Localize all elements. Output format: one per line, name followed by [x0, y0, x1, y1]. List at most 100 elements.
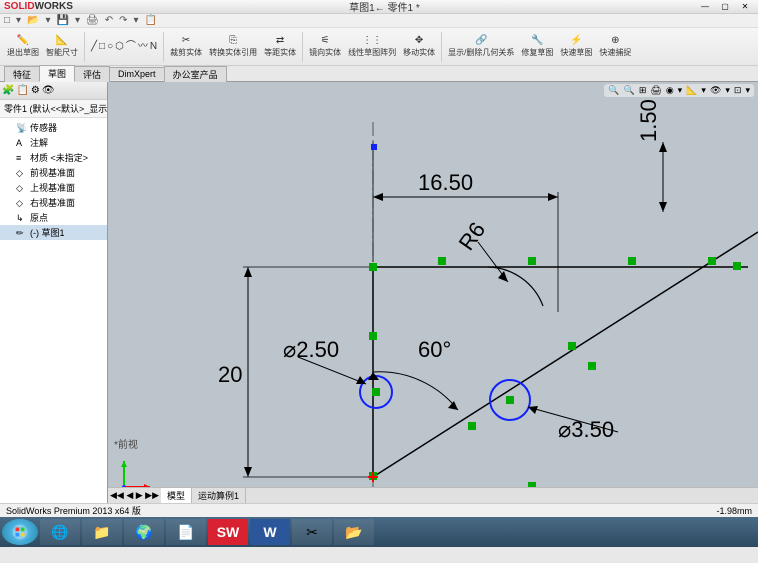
- ribbon-label: 线性草图阵列: [348, 47, 396, 58]
- tree-item-label: 上视基准面: [30, 181, 75, 194]
- ribbon-icon: ╱: [91, 42, 97, 52]
- qat-button[interactable]: ▾: [75, 15, 80, 26]
- feature-tree-item[interactable]: ↳原点: [0, 210, 107, 225]
- model-tab[interactable]: 运动算例1: [192, 488, 246, 503]
- model-tab[interactable]: 模型: [161, 488, 192, 503]
- taskbar-app[interactable]: 📁: [82, 519, 122, 545]
- svg-text:⌀2.50: ⌀2.50: [283, 337, 339, 362]
- ribbon-label: 快速草图: [560, 47, 592, 58]
- tree-item-label: (-) 草图1: [30, 226, 65, 239]
- ribbon-tab[interactable]: 草图: [39, 65, 75, 82]
- qat-button[interactable]: ▾: [46, 15, 51, 26]
- ribbon-group[interactable]: ╱□○⬡⌒〰N: [88, 30, 160, 64]
- ft-tab-icon[interactable]: ⚙: [31, 85, 40, 96]
- model-tabs-nav[interactable]: ◀◀ ◀ ▶ ▶▶: [108, 490, 161, 501]
- qat-button[interactable]: ↷: [119, 15, 127, 26]
- ribbon-icon: ⬡: [115, 42, 124, 52]
- sketch-point[interactable]: [371, 144, 377, 150]
- sketch-svg: 16.50 1.50 R6 60°: [108, 82, 758, 503]
- ribbon-group[interactable]: ⊕快速捕捉: [596, 30, 634, 64]
- qat-button[interactable]: 🖨: [86, 15, 99, 26]
- ribbon-group[interactable]: ⚡快速草图: [557, 30, 595, 64]
- dim-1-50[interactable]: 1.50: [636, 99, 667, 212]
- quick-access-toolbar: □ ▾ 📂 ▾ 💾 ▾ 🖨 ↶ ↷ ▾ 📋: [0, 14, 758, 28]
- dim-20[interactable]: 20: [218, 267, 373, 477]
- tree-item-label: 传感器: [30, 121, 57, 134]
- feature-tree-panel: 🧩 📋 ⚙ 👁 零件1 (默认<<默认>_显示状态 📡传感器A注解≡材质 <未指…: [0, 82, 108, 503]
- ft-tab-icon[interactable]: 👁: [42, 85, 55, 96]
- ribbon-group[interactable]: ✂裁剪实体: [167, 30, 205, 64]
- ribbon-icon: 🔗: [475, 36, 487, 46]
- document-title: 草图1← 零件1 *: [73, 0, 696, 14]
- qat-button[interactable]: 📂: [27, 15, 39, 26]
- feature-tree-item[interactable]: 📡传感器: [0, 120, 107, 135]
- ribbon-icon: ⚟: [321, 36, 330, 46]
- ribbon-group[interactable]: ✥移动实体: [400, 30, 438, 64]
- qat-button[interactable]: 📋: [145, 15, 157, 26]
- ribbon-icon: ⎘: [229, 36, 237, 46]
- maximize-button[interactable]: ▢: [716, 2, 734, 12]
- tree-item-label: 右视基准面: [30, 196, 75, 209]
- taskbar-app[interactable]: ✂: [292, 519, 332, 545]
- feature-tree-item[interactable]: A注解: [0, 135, 107, 150]
- qat-button[interactable]: ▾: [16, 15, 21, 26]
- qat-button[interactable]: □: [4, 15, 10, 26]
- dim-d3-50[interactable]: ⌀3.50: [528, 406, 618, 442]
- ft-tab-icon[interactable]: 🧩: [2, 85, 14, 96]
- feature-tree-item[interactable]: ✏(-) 草图1: [0, 225, 107, 240]
- feature-tree-root[interactable]: 零件1 (默认<<默认>_显示状态: [0, 100, 107, 118]
- ribbon-label: 退出草图: [7, 47, 39, 58]
- ribbon-group[interactable]: 🔗显示/删除几何关系: [445, 30, 517, 64]
- qat-button[interactable]: ▾: [134, 15, 139, 26]
- taskbar-app[interactable]: SW: [208, 519, 248, 545]
- dim-60deg[interactable]: 60°: [368, 337, 458, 410]
- ribbon-tab[interactable]: 评估: [74, 66, 110, 82]
- ribbon-icon: ✥: [415, 36, 423, 46]
- ribbon-group[interactable]: ⎘转换实体引用: [206, 30, 260, 64]
- taskbar-app[interactable]: 🌐: [40, 519, 80, 545]
- svg-text:20: 20: [218, 362, 242, 387]
- ribbon-group[interactable]: 🔧修复草图: [518, 30, 556, 64]
- qat-button[interactable]: ↶: [105, 15, 113, 26]
- qat-button[interactable]: 💾: [57, 15, 69, 26]
- ribbon-group[interactable]: ⋮⋮线性草图阵列: [345, 30, 399, 64]
- ribbon-icon: □: [99, 42, 105, 52]
- feature-tree-item[interactable]: ◇上视基准面: [0, 180, 107, 195]
- sketch-arc-r6[interactable]: [488, 267, 543, 306]
- ribbon-separator: [302, 32, 303, 62]
- taskbar-app[interactable]: W: [250, 519, 290, 545]
- ribbon-icon: ⚡: [570, 36, 582, 46]
- ribbon-tab[interactable]: DimXpert: [109, 67, 165, 80]
- feature-tree-toolbar: 🧩 📋 ⚙ 👁: [0, 82, 107, 100]
- feature-tree-item[interactable]: ◇ 右视基准面: [0, 195, 107, 210]
- constraint-markers: [369, 257, 741, 490]
- svg-text:60°: 60°: [418, 337, 451, 362]
- ribbon-icon: ○: [107, 42, 113, 52]
- ribbon-tab[interactable]: 办公室产品: [164, 66, 227, 82]
- taskbar-app[interactable]: 🌍: [124, 519, 164, 545]
- ribbon-tab[interactable]: 特征: [4, 66, 40, 82]
- ribbon-group[interactable]: ⚟镜向实体: [306, 30, 344, 64]
- ribbon-group[interactable]: ⇄等距实体: [261, 30, 299, 64]
- minimize-button[interactable]: —: [696, 2, 714, 12]
- dim-r6[interactable]: R6: [454, 217, 508, 282]
- svg-text:16.50: 16.50: [418, 170, 473, 195]
- start-button[interactable]: [2, 519, 38, 545]
- ribbon-label: 显示/删除几何关系: [448, 47, 514, 58]
- close-button[interactable]: ✕: [736, 2, 754, 12]
- feature-tree-item[interactable]: ◇前视基准面: [0, 165, 107, 180]
- graphics-canvas[interactable]: 🔍🔍⊞🖨◉▾📐▾👁▾⊡▾ 16.50: [108, 82, 758, 503]
- taskbar-app[interactable]: 📂: [334, 519, 374, 545]
- ft-tab-icon[interactable]: 📋: [16, 85, 28, 96]
- ribbon-icon: ✂: [182, 36, 190, 46]
- ribbon-toolbar: ✏️退出草图📐智能尺寸╱□○⬡⌒〰N✂裁剪实体⎘转换实体引用⇄等距实体⚟镜向实体…: [0, 28, 758, 66]
- ribbon-separator: [84, 32, 85, 62]
- dim-d2-50[interactable]: ⌀2.50: [283, 337, 366, 384]
- ribbon-label: 智能尺寸: [46, 47, 78, 58]
- taskbar-app[interactable]: 📄: [166, 519, 206, 545]
- tree-item-icon: ◇: [16, 198, 26, 208]
- ribbon-group[interactable]: 📐智能尺寸: [43, 30, 81, 64]
- ribbon-group[interactable]: ✏️退出草图: [4, 30, 42, 64]
- feature-tree-item[interactable]: ≡材质 <未指定>: [0, 150, 107, 165]
- ribbon-icon: ⊕: [611, 36, 619, 46]
